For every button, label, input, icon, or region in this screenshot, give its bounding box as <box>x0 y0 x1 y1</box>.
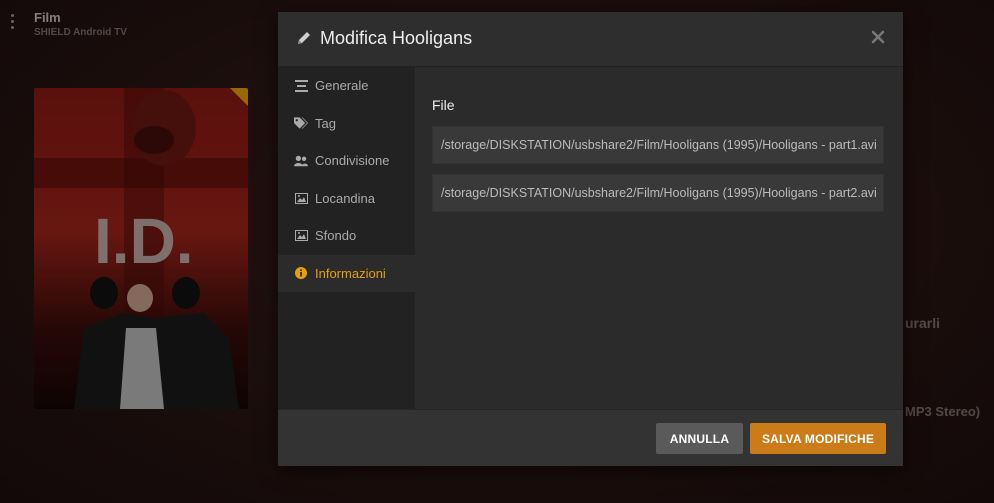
sidebar-item-condivisione[interactable]: Condivisione <box>278 142 415 180</box>
dialog-footer: Annulla Salva modifiche <box>278 409 903 466</box>
sidebar-item-tag[interactable]: Tag <box>278 105 415 143</box>
image-icon <box>294 191 308 205</box>
dialog-title: Modifica Hooligans <box>320 28 473 48</box>
file-path-field[interactable]: /storage/DISKSTATION/usbshare2/Film/Hool… <box>432 126 884 164</box>
sidebar-item-label: Tag <box>315 115 336 131</box>
dialog-header: Modifica Hooligans <box>278 12 903 67</box>
sidebar-item-generale[interactable]: Generale <box>278 67 415 105</box>
sidebar-item-label: Sfondo <box>315 228 357 244</box>
sidebar-item-informazioni[interactable]: Informazioni <box>278 254 415 292</box>
sidebar-item-label: Condivisione <box>315 153 390 169</box>
sidebar-item-label: Locandina <box>315 190 375 206</box>
dialog-content: File /storage/DISKSTATION/usbshare2/Film… <box>415 67 903 409</box>
sidebar-item-sfondo[interactable]: Sfondo <box>278 217 415 255</box>
sidebar-item-label: Informazioni <box>315 265 386 281</box>
tag-icon <box>294 116 308 130</box>
close-icon[interactable] <box>867 26 889 48</box>
cancel-button[interactable]: Annulla <box>656 423 743 454</box>
sidebar-item-label: Generale <box>315 78 369 94</box>
section-label: File <box>432 97 455 113</box>
edit-dialog: Modifica Hooligans Generale Tag Condivis… <box>278 12 903 466</box>
image-icon <box>294 229 308 243</box>
info-icon <box>294 266 308 280</box>
pencil-icon <box>296 30 312 46</box>
save-button[interactable]: Salva modifiche <box>750 423 886 454</box>
sidebar-item-locandina[interactable]: Locandina <box>278 180 415 218</box>
file-path-field[interactable]: /storage/DISKSTATION/usbshare2/Film/Hool… <box>432 174 884 212</box>
list-icon <box>294 79 308 93</box>
users-icon <box>294 154 308 168</box>
dialog-sidebar: Generale Tag Condivisione Locandina Sfon… <box>278 67 415 409</box>
